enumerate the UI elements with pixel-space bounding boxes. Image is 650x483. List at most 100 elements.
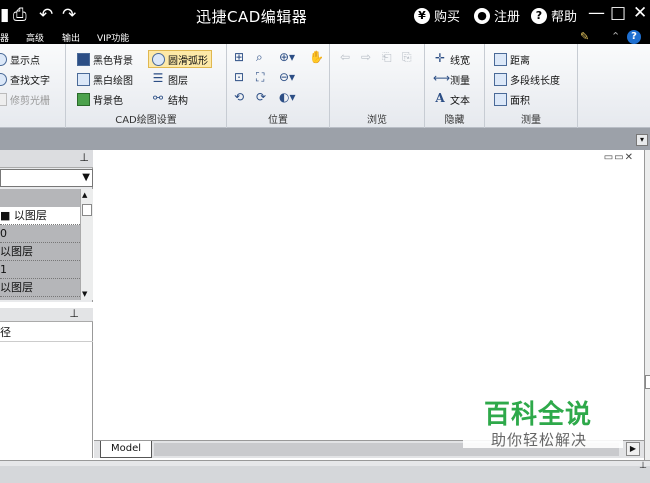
extents-icon[interactable]: ⛶ xyxy=(256,70,264,85)
black-background-icon xyxy=(77,52,90,66)
trim-raster-icon xyxy=(0,92,7,106)
menu-item-vip[interactable]: VIP功能 xyxy=(97,31,129,44)
brush-icon[interactable]: ✎ xyxy=(580,30,589,43)
ribbon: 显示点 查找文字 修剪光栅 黑色背景 黑白绘图 背景色 圆滑弧形 ☰ 图层 ⚯ … xyxy=(0,44,650,128)
structure-icon: ⚯ xyxy=(152,90,164,105)
text-icon: A xyxy=(435,90,445,105)
smooth-arc-button[interactable]: 圆滑弧形 xyxy=(148,50,212,68)
measure-label: 测量 xyxy=(450,75,470,87)
list-item[interactable]: 1 xyxy=(0,261,80,279)
pin-icon[interactable]: ⊥ xyxy=(79,151,89,164)
polyline-length-icon xyxy=(494,72,507,86)
bw-drawing-button[interactable]: 黑白绘图 xyxy=(77,70,133,88)
help-circle-icon[interactable]: ? xyxy=(627,30,641,44)
menu-item-advanced[interactable]: 高级 xyxy=(26,31,44,44)
scroll-thumb[interactable] xyxy=(82,204,92,216)
polyline-length-button[interactable]: 多段线长度 xyxy=(494,70,560,88)
distance-icon xyxy=(494,52,507,66)
view-icon[interactable]: ◐▾ xyxy=(279,90,296,104)
show-points-label: 显示点 xyxy=(10,55,40,67)
property-row[interactable]: 径 xyxy=(0,324,93,342)
trim-raster-button[interactable]: 修剪光栅 xyxy=(0,90,50,108)
scroll-right-icon[interactable]: ▶ xyxy=(626,442,640,456)
scroll-thumb[interactable] xyxy=(645,375,650,389)
orbit-icon[interactable]: ⟳ xyxy=(256,90,266,104)
bw-drawing-icon xyxy=(77,72,90,86)
collapse-ribbon-icon[interactable]: ⌃ xyxy=(611,30,620,43)
prev-page-icon[interactable]: ⎗ xyxy=(382,50,392,65)
background-color-button[interactable]: 背景色 xyxy=(77,90,123,108)
structure-button[interactable]: ⚯ 结构 xyxy=(151,90,188,108)
window-title: 迅捷CAD编辑器 xyxy=(196,8,308,26)
redo-icon[interactable]: ↷ xyxy=(62,4,76,26)
find-text-button[interactable]: 查找文字 xyxy=(0,70,50,88)
status-bar: ⊥ xyxy=(0,460,650,483)
ribbon-group-browse: ⇦ ⇨ ⎗ ⎘ 浏览 xyxy=(330,44,425,128)
fit-icon[interactable]: ⊡ xyxy=(234,70,244,84)
distance-button[interactable]: 距离 xyxy=(494,50,530,68)
buy-button[interactable]: ¥ 购买 xyxy=(414,6,460,25)
document-window-controls[interactable]: ▭▭✕ xyxy=(604,152,634,163)
scroll-down-icon[interactable]: ▼ xyxy=(82,290,87,298)
next-page-icon[interactable]: ⎘ xyxy=(402,50,412,65)
list-item[interactable]: 0 xyxy=(0,225,80,243)
zoom-window-icon[interactable]: ⌕ xyxy=(256,50,263,65)
maximize-icon[interactable]: □ xyxy=(610,3,626,23)
ribbon-group-label: 测量 xyxy=(521,115,541,126)
layer-select[interactable]: ▼ xyxy=(0,169,93,187)
properties-panel-header: ⊥ xyxy=(0,307,93,322)
measure-button[interactable]: ⟷ 测量 xyxy=(433,70,470,88)
zoom-in-icon[interactable]: ⊕▾ xyxy=(279,50,295,64)
pan-icon[interactable]: ⊞ xyxy=(234,50,244,64)
zoom-out-icon[interactable]: ⊖▾ xyxy=(279,70,295,84)
bw-drawing-label: 黑白绘图 xyxy=(93,75,133,87)
line-width-button[interactable]: ✛ 线宽 xyxy=(433,50,470,68)
list-item[interactable]: 以图层 xyxy=(0,279,80,297)
register-label: 注册 xyxy=(494,10,521,25)
undo-icon[interactable]: ↶ xyxy=(39,4,53,26)
print-icon[interactable]: ⎙ xyxy=(13,4,27,26)
hand-icon[interactable]: ✋ xyxy=(309,50,324,64)
line-width-icon: ✛ xyxy=(434,50,446,65)
structure-label: 结构 xyxy=(168,95,188,107)
ribbon-group-label: CAD绘图设置 xyxy=(115,115,177,126)
scroll-up-icon[interactable]: ▲ xyxy=(82,191,87,199)
ribbon-group-view: 显示点 查找文字 修剪光栅 xyxy=(0,44,66,128)
list-item[interactable]: ■ 以图层 xyxy=(0,207,80,225)
question-icon: ? xyxy=(531,7,547,24)
tab-model[interactable]: Model xyxy=(100,441,153,458)
menu-item-output[interactable]: 输出 xyxy=(62,31,80,44)
document-tab-strip: ▾ xyxy=(0,128,650,150)
menu-bar: 器 高级 输出 VIP功能 ✎ ⌃ ? xyxy=(0,30,650,44)
rotate-icon[interactable]: ⟲ xyxy=(234,90,244,104)
minimize-icon[interactable]: — xyxy=(588,3,605,23)
black-background-button[interactable]: 黑色背景 xyxy=(77,50,133,68)
layers-button[interactable]: ☰ 图层 xyxy=(151,70,188,88)
watermark: 百科全说 助你轻松解决 xyxy=(463,388,623,449)
measure-icon: ⟷ xyxy=(433,70,451,85)
list-item[interactable]: 以图层 xyxy=(0,243,80,261)
title-bar: ▮ ⎙ ↶ ↷ 迅捷CAD编辑器 ¥ 购买 ● 注册 ? 帮助 — □ ✕ xyxy=(0,0,650,30)
ribbon-group-hide: ✛ 线宽 ⟷ 测量 A 文本 隐藏 xyxy=(425,44,485,128)
help-button[interactable]: ? 帮助 xyxy=(531,6,577,25)
open-icon[interactable]: ▮ xyxy=(0,4,9,26)
register-button[interactable]: ● 注册 xyxy=(474,6,520,25)
layer-list-scrollbar[interactable]: ▲ ▼ xyxy=(80,189,93,300)
area-button[interactable]: 面积 xyxy=(494,90,530,108)
pin-icon[interactable]: ⊥ xyxy=(69,307,79,320)
pin-icon[interactable]: ⊥ xyxy=(639,461,647,471)
area-icon xyxy=(494,92,507,106)
forward-icon[interactable]: ⇨ xyxy=(361,50,371,64)
layer-list: ■ 以图层 0 以图层 1 以图层 xyxy=(0,189,80,300)
menu-item-editor[interactable]: 器 xyxy=(0,31,9,44)
text-label: 文本 xyxy=(450,95,470,107)
ribbon-group-label: 浏览 xyxy=(367,115,387,126)
back-icon[interactable]: ⇦ xyxy=(340,50,350,64)
polyline-length-label: 多段线长度 xyxy=(510,75,560,87)
show-points-button[interactable]: 显示点 xyxy=(0,50,40,68)
canvas-vertical-scrollbar[interactable] xyxy=(644,150,650,460)
close-icon[interactable]: ✕ xyxy=(633,3,647,23)
text-button[interactable]: A 文本 xyxy=(433,90,470,108)
ribbon-group-cad-drawing-settings: 黑色背景 黑白绘图 背景色 圆滑弧形 ☰ 图层 ⚯ 结构 CAD绘图设置 xyxy=(66,44,227,128)
chevron-down-icon[interactable]: ▾ xyxy=(636,134,648,146)
